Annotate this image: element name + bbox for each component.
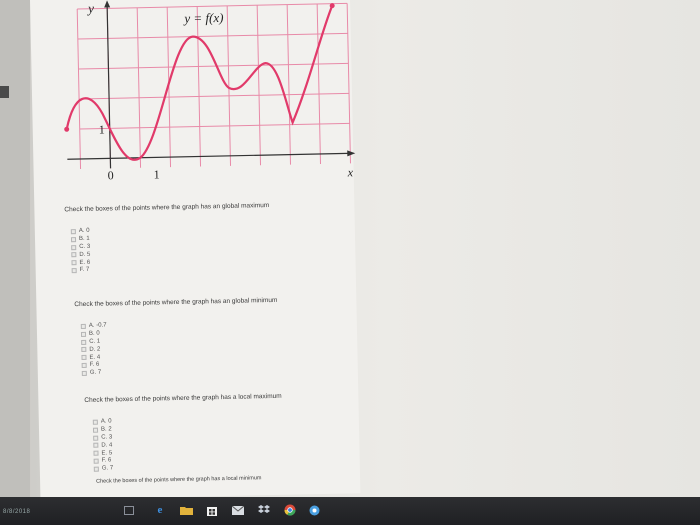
checkbox[interactable] xyxy=(81,371,87,377)
q1-option-d[interactable]: D. 5 xyxy=(71,251,90,258)
question-3-options: A. 0 B. 2 C. 3 D. 4 E. 5 F. 6 G. 7 xyxy=(92,418,114,473)
option-label: D. 4 xyxy=(101,442,113,449)
q1-option-e[interactable]: E. 6 xyxy=(71,259,90,266)
q2-option-g[interactable]: G. 7 xyxy=(81,369,108,377)
checkbox[interactable] xyxy=(93,451,99,457)
question-3-prompt: Check the boxes of the points where the … xyxy=(84,392,282,404)
checkbox[interactable] xyxy=(81,363,87,369)
checkbox[interactable] xyxy=(93,443,99,449)
taskbar-clock: 8/8/2018 xyxy=(3,509,31,515)
graph-svg: y y = f(x) 1 0 1 x xyxy=(64,0,356,182)
option-label: A. 0 xyxy=(78,227,90,235)
task-view-icon[interactable] xyxy=(122,503,136,517)
option-label: G. 7 xyxy=(89,369,102,377)
checkbox[interactable] xyxy=(71,252,77,258)
option-label: A. 0 xyxy=(100,418,112,425)
y-axis-label: y xyxy=(86,1,94,16)
q2-option-f[interactable]: F. 6 xyxy=(81,362,108,369)
taskbar: 8/8/2018 e xyxy=(0,497,700,525)
option-label: E. 6 xyxy=(79,259,91,266)
checkbox[interactable] xyxy=(80,323,86,329)
function-label: y = f(x) xyxy=(182,10,223,26)
background-edge xyxy=(0,0,30,525)
q3-option-a[interactable]: A. 0 xyxy=(92,418,112,425)
q2-option-d[interactable]: D. 2 xyxy=(81,346,107,353)
option-label: D. 5 xyxy=(79,251,91,258)
question-1-prompt: Check the boxes of the points where the … xyxy=(64,202,270,214)
window-edge-marker xyxy=(0,86,9,98)
option-label: E. 4 xyxy=(89,354,101,361)
checkbox[interactable] xyxy=(93,458,99,465)
q2-option-b[interactable]: B. 0 xyxy=(80,330,107,337)
checkbox[interactable] xyxy=(70,228,76,234)
checkbox[interactable] xyxy=(93,435,99,441)
checkbox[interactable] xyxy=(93,466,99,472)
option-label: G. 7 xyxy=(101,465,114,472)
q3-option-e[interactable]: E. 5 xyxy=(93,450,112,457)
question-2-options: A. -0.7 B. 0 C. 1 D. 2 E. 4 F. 6 G. 7 xyxy=(80,322,108,377)
option-label: E. 5 xyxy=(101,449,113,457)
checkbox[interactable] xyxy=(81,347,87,353)
checkbox[interactable] xyxy=(81,339,87,345)
file-explorer-icon[interactable] xyxy=(178,503,194,517)
checkbox[interactable] xyxy=(81,355,87,361)
app-icon[interactable] xyxy=(306,503,322,517)
option-label: C. 1 xyxy=(89,338,101,345)
question-4-prompt: Check the boxes of the points where the … xyxy=(96,475,262,485)
origin-label: 0 xyxy=(108,168,114,182)
store-icon[interactable] xyxy=(204,503,220,517)
q2-option-a[interactable]: A. -0.7 xyxy=(80,322,107,329)
q3-option-f[interactable]: F. 6 xyxy=(93,457,113,465)
checkbox[interactable] xyxy=(80,331,87,337)
checkbox[interactable] xyxy=(71,244,77,250)
mail-icon[interactable] xyxy=(230,503,246,517)
option-label: F. 6 xyxy=(101,457,112,465)
option-label: B. 1 xyxy=(78,235,90,242)
checkbox[interactable] xyxy=(71,268,77,274)
option-label: D. 2 xyxy=(89,346,101,353)
option-label: F. 7 xyxy=(79,267,90,274)
q3-option-g[interactable]: G. 7 xyxy=(93,465,114,473)
option-label: C. 3 xyxy=(79,243,91,250)
edge-browser-icon[interactable]: e xyxy=(152,503,168,517)
checkbox[interactable] xyxy=(71,260,77,266)
x-tick-label: 1 xyxy=(154,167,160,181)
question-1-options: A. 0 B. 1 C. 3 D. 5 E. 6 F. 7 xyxy=(70,227,91,274)
q3-option-d[interactable]: D. 4 xyxy=(93,442,112,449)
checkbox[interactable] xyxy=(70,236,77,242)
q2-option-c[interactable]: C. 1 xyxy=(81,338,107,345)
q2-option-e[interactable]: E. 4 xyxy=(81,354,107,361)
q1-option-b[interactable]: B. 1 xyxy=(70,235,90,243)
q1-option-f[interactable]: F. 7 xyxy=(71,267,91,274)
chrome-icon[interactable] xyxy=(282,503,298,517)
function-graph: y y = f(x) 1 0 1 x xyxy=(52,0,366,194)
option-label: F. 6 xyxy=(89,362,100,369)
option-label: B. 0 xyxy=(88,330,100,337)
question-2-prompt: Check the boxes of the points where the … xyxy=(74,296,278,309)
option-label: C. 3 xyxy=(101,434,113,441)
y-axis-arrow xyxy=(104,0,111,8)
q3-option-c[interactable]: C. 3 xyxy=(93,434,112,441)
q3-option-b[interactable]: B. 2 xyxy=(92,426,112,433)
worksheet-page: y y = f(x) 1 0 1 x Check the boxes of th… xyxy=(30,0,361,500)
x-axis-label: x xyxy=(347,165,354,179)
q1-option-a[interactable]: A. 0 xyxy=(70,227,90,235)
q1-option-c[interactable]: C. 3 xyxy=(71,244,90,251)
y-tick-label: 1 xyxy=(99,122,105,136)
graph-axes xyxy=(67,4,354,169)
checkbox[interactable] xyxy=(92,419,98,425)
option-label: B. 2 xyxy=(100,426,112,433)
x-axis-arrow xyxy=(347,150,356,157)
dropbox-icon[interactable] xyxy=(256,503,272,517)
checkbox[interactable] xyxy=(92,427,99,433)
curve-start-point xyxy=(64,126,70,132)
option-label: A. -0.7 xyxy=(88,322,107,329)
